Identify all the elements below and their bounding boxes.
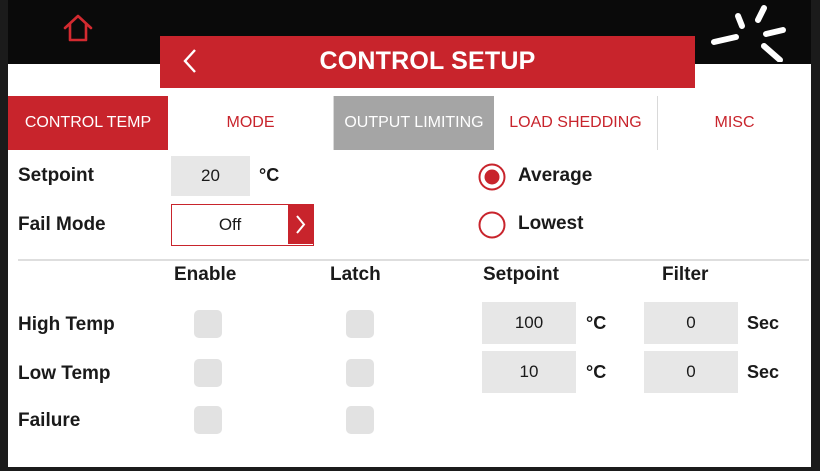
radio-lowest-label: Lowest [518,213,584,234]
page-title: CONTROL SETUP [319,47,536,75]
low-temp-enable-checkbox[interactable] [194,359,222,387]
failure-latch-checkbox[interactable] [346,406,374,434]
row-label-failure: Failure [18,410,81,431]
chevron-right-icon[interactable] [288,205,313,244]
high-temp-filter-input[interactable]: 0 [644,302,738,344]
title-bar: CONTROL SETUP [160,36,695,88]
setpoint-input[interactable]: 20 [171,156,250,196]
failure-enable-checkbox[interactable] [194,406,222,434]
high-temp-filter-unit: Sec [747,313,780,333]
low-temp-setpoint-input[interactable]: 10 [482,351,576,393]
tab-misc[interactable]: MISC [658,96,811,150]
row-label-high-temp: High Temp [18,314,115,335]
low-temp-setpoint-unit: °C [586,362,607,382]
header-setpoint: Setpoint [483,264,559,285]
tab-mode[interactable]: MODE [168,96,334,150]
bezel-right [811,0,820,471]
tab-bar: CONTROL TEMP MODE OUTPUT LIMITING LOAD S… [8,96,811,150]
high-temp-setpoint-input[interactable]: 100 [482,302,576,344]
setpoint-label: Setpoint [18,165,94,186]
home-icon[interactable] [62,12,94,44]
high-temp-latch-checkbox[interactable] [346,310,374,338]
spinner-icon [711,5,786,62]
fail-mode-value: Off [218,214,242,234]
tab-control-temp[interactable]: CONTROL TEMP [8,96,168,150]
header-enable: Enable [174,264,237,285]
high-temp-enable-checkbox[interactable] [194,310,222,338]
radio-average[interactable] [478,163,506,191]
header-latch: Latch [330,264,381,285]
header-filter: Filter [662,264,709,285]
fail-mode-label: Fail Mode [18,214,106,235]
low-temp-latch-checkbox[interactable] [346,359,374,387]
low-temp-filter-input[interactable]: 0 [644,351,738,393]
divider [18,259,809,261]
radio-average-label: Average [518,165,593,186]
tab-output-limiting[interactable]: OUTPUT LIMITING [334,96,494,150]
bezel-bottom [0,467,820,471]
high-temp-setpoint-unit: °C [586,313,607,333]
low-temp-filter-unit: Sec [747,362,780,382]
tab-load-shedding[interactable]: LOAD SHEDDING [494,96,658,150]
fail-mode-select[interactable]: Off [171,204,314,246]
bezel-left [0,0,8,471]
row-label-low-temp: Low Temp [18,363,111,384]
setpoint-unit: °C [259,165,280,185]
radio-lowest[interactable] [478,211,506,239]
